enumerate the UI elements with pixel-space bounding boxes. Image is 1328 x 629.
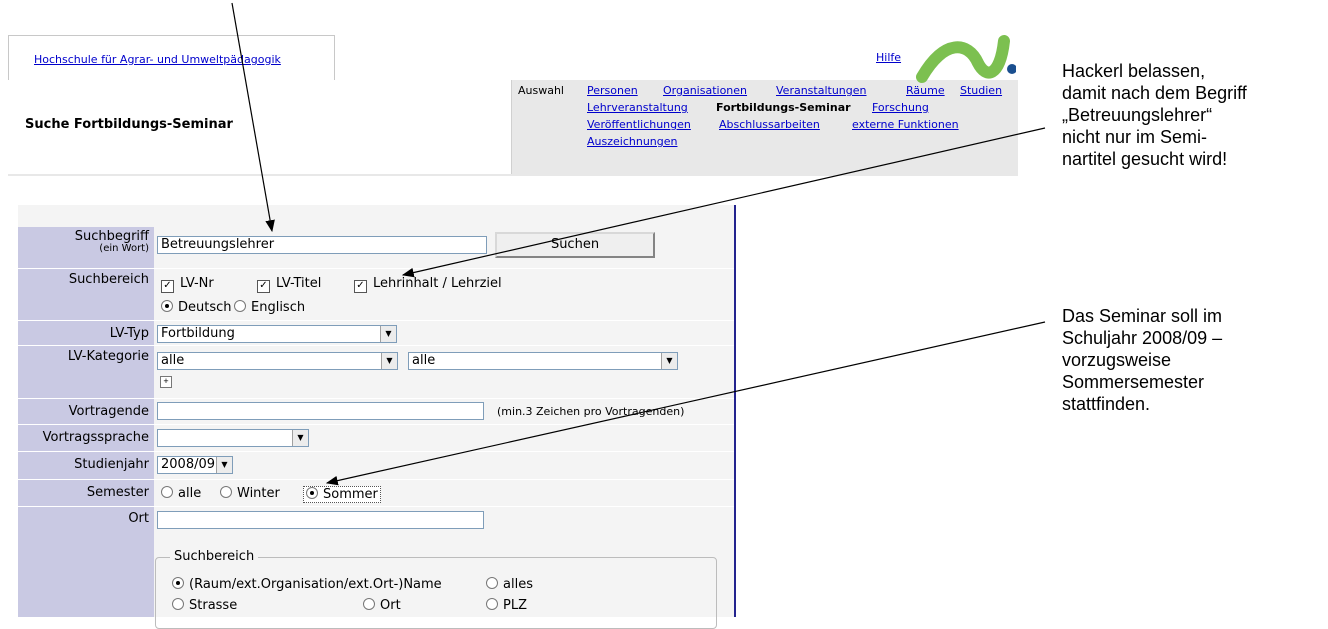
- arrow-to-sommer: [325, 321, 1046, 486]
- arrow-to-suchbegriff: [231, 2, 275, 233]
- arrow-to-lehrinhalt: [401, 127, 1046, 278]
- annotation-arrows: [231, 2, 1046, 486]
